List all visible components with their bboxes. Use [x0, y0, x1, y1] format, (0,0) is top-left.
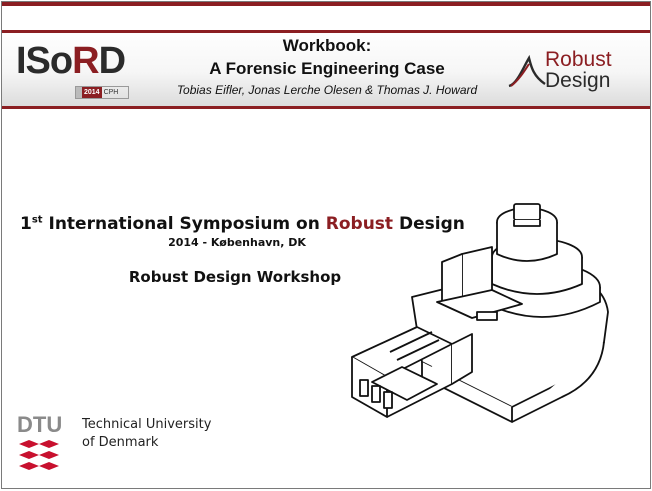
robust-design-logo-line2: Design [545, 69, 611, 92]
robust-design-swoosh-icon [508, 54, 546, 88]
slide: ISoRD 2014 CPH Workbook: A Forensic Engi… [1, 1, 651, 489]
top-accent-bar [2, 2, 650, 6]
robust-design-logo: Robust Design [507, 44, 637, 94]
dtu-logo-letters: DTU [17, 412, 62, 437]
header-top-rule [2, 30, 650, 33]
dtu-name-line2: of Denmark [82, 435, 159, 450]
dtu-university-name: Technical University of Denmark [82, 416, 211, 452]
dtu-logo: DTU [17, 412, 62, 470]
connector-part-illustration [351, 203, 609, 423]
dtu-name-line1: Technical University [82, 417, 212, 432]
header-bottom-rule [2, 106, 650, 109]
robust-design-logo-line1: Robust [545, 48, 612, 71]
